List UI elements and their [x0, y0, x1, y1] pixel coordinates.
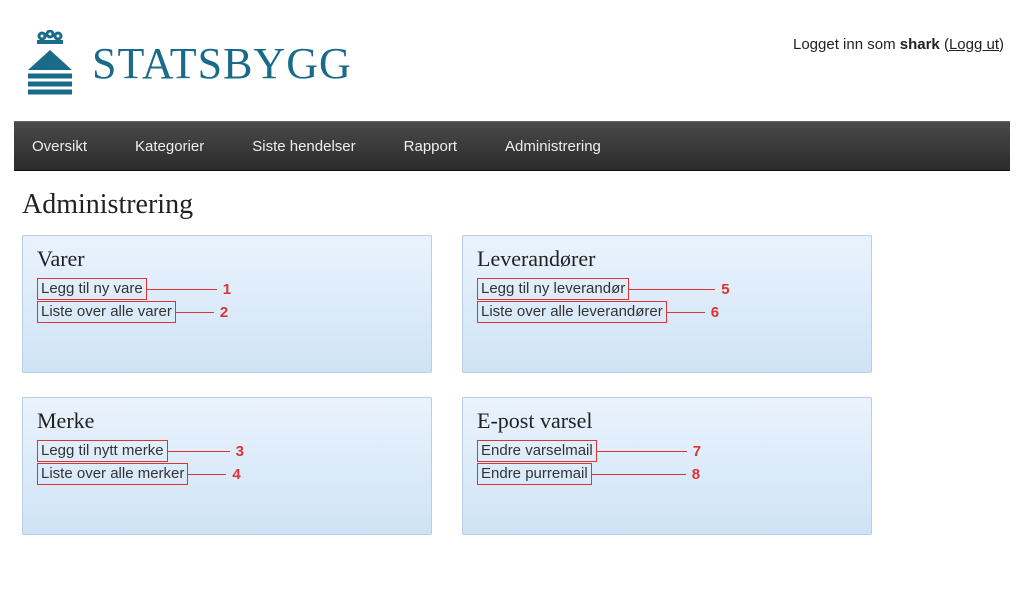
nav-oversikt[interactable]: Oversikt — [32, 138, 87, 155]
annotation-line — [597, 451, 687, 452]
link-row: Endre purremail 8 — [477, 463, 857, 485]
panel-leverandorer: Leverandører Legg til ny leverandør 5 Li… — [462, 235, 872, 373]
annotation-line — [592, 474, 686, 475]
panel-title: Varer — [37, 246, 417, 272]
nav-rapport[interactable]: Rapport — [404, 138, 457, 155]
nav-siste-hendelser[interactable]: Siste hendelser — [252, 138, 355, 155]
annotation-line — [629, 289, 715, 290]
link-row: Endre varselmail 7 — [477, 440, 857, 462]
admin-panels: Varer Legg til ny vare 1 Liste over alle… — [22, 235, 1002, 535]
link-row: Legg til ny vare 1 — [37, 278, 417, 300]
annotation-line — [168, 451, 230, 452]
username: shark — [900, 36, 940, 53]
link-liste-over-alle-leverandorer[interactable]: Liste over alle leverandører — [477, 301, 667, 323]
link-row: Liste over alle varer 2 — [37, 301, 417, 323]
annotation-number: 3 — [236, 443, 244, 460]
annotation-number: 6 — [711, 304, 719, 321]
login-prefix: Logget inn som — [793, 36, 900, 53]
link-legg-til-nytt-merke[interactable]: Legg til nytt merke — [37, 440, 168, 462]
annotation-number: 1 — [223, 281, 231, 298]
annotation-line — [147, 289, 217, 290]
panel-epost-varsel: E-post varsel Endre varselmail 7 Endre p… — [462, 397, 872, 535]
annotation-number: 7 — [693, 443, 701, 460]
link-row: Liste over alle leverandører 6 — [477, 301, 857, 323]
link-row: Legg til nytt merke 3 — [37, 440, 417, 462]
link-endre-varselmail[interactable]: Endre varselmail — [477, 440, 597, 462]
nav-administrering[interactable]: Administrering — [505, 138, 601, 155]
link-liste-over-alle-merker[interactable]: Liste over alle merker — [37, 463, 188, 485]
panel-varer: Varer Legg til ny vare 1 Liste over alle… — [22, 235, 432, 373]
header: STATSBYGG Logget inn som shark (Logg ut) — [0, 0, 1024, 111]
brand-name: STATSBYGG — [92, 38, 352, 89]
annotation-number: 5 — [721, 281, 729, 298]
panel-merke: Merke Legg til nytt merke 3 Liste over a… — [22, 397, 432, 535]
link-legg-til-ny-vare[interactable]: Legg til ny vare — [37, 278, 147, 300]
nav-kategorier[interactable]: Kategorier — [135, 138, 204, 155]
annotation-line — [176, 312, 214, 313]
annotation-number: 8 — [692, 466, 700, 483]
login-status: Logget inn som shark (Logg ut) — [793, 30, 1004, 53]
annotation-number: 4 — [232, 466, 240, 483]
logout-link[interactable]: Logg ut — [949, 36, 999, 53]
link-row: Legg til ny leverandør 5 — [477, 278, 857, 300]
annotation-line — [667, 312, 705, 313]
link-endre-purremail[interactable]: Endre purremail — [477, 463, 592, 485]
statsbygg-logo-icon — [20, 30, 80, 96]
annotation-line — [188, 474, 226, 475]
panel-title: E-post varsel — [477, 408, 857, 434]
page-title: Administrering — [22, 189, 1002, 221]
main-nav: Oversikt Kategorier Siste hendelser Rapp… — [14, 121, 1010, 171]
link-legg-til-ny-leverandor[interactable]: Legg til ny leverandør — [477, 278, 629, 300]
link-liste-over-alle-varer[interactable]: Liste over alle varer — [37, 301, 176, 323]
page-body: Administrering Varer Legg til ny vare 1 … — [0, 171, 1024, 553]
link-row: Liste over alle merker 4 — [37, 463, 417, 485]
brand-logo: STATSBYGG — [20, 30, 352, 96]
panel-title: Leverandører — [477, 246, 857, 272]
annotation-number: 2 — [220, 304, 228, 321]
panel-title: Merke — [37, 408, 417, 434]
